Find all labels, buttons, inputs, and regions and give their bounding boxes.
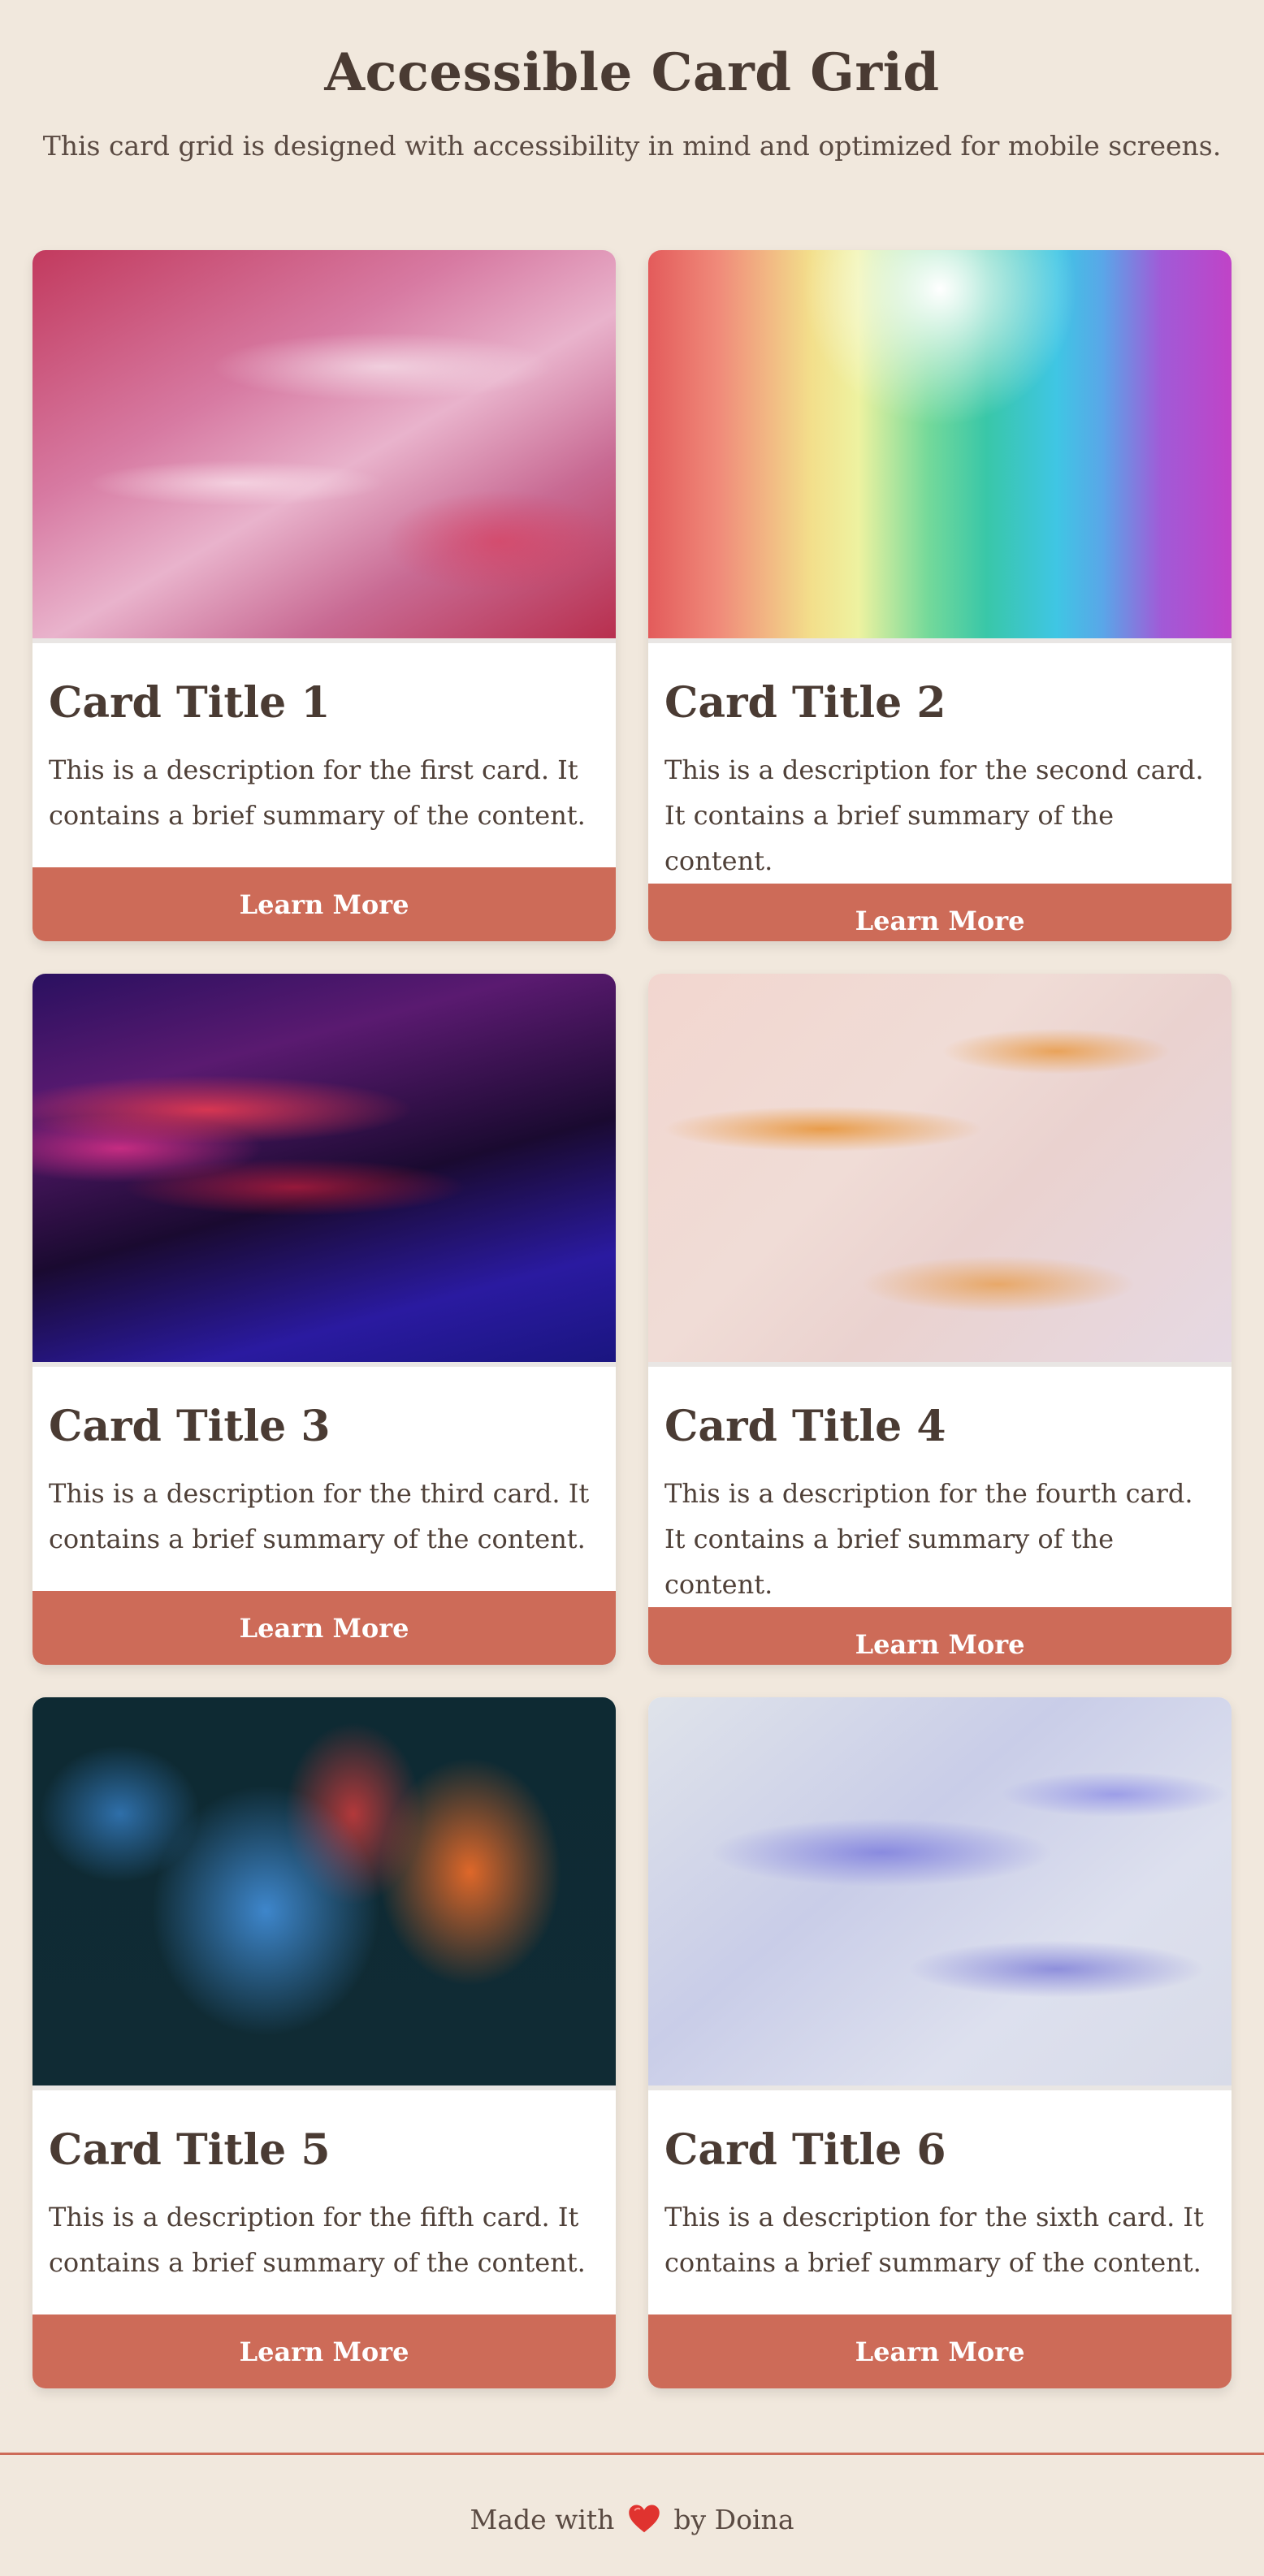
card-image bbox=[32, 250, 616, 643]
card-title: Card Title 2 bbox=[664, 678, 946, 728]
card-title: Card Title 6 bbox=[664, 2125, 946, 2175]
card-body: Card Title 4 This is a description for t… bbox=[648, 1367, 1232, 1607]
learn-more-button[interactable]: Learn More bbox=[648, 1607, 1232, 1665]
learn-more-button[interactable]: Learn More bbox=[32, 867, 616, 941]
card-description: This is a description for the first card… bbox=[49, 754, 586, 831]
card-description: This is a description for the second car… bbox=[664, 754, 1204, 876]
card: Card Title 5 This is a description for t… bbox=[32, 1697, 616, 2388]
footer-suffix: by Doina bbox=[673, 2504, 794, 2535]
learn-more-button[interactable]: Learn More bbox=[648, 884, 1232, 941]
card-description: This is a description for the fifth card… bbox=[49, 2202, 586, 2278]
card-title: Card Title 4 bbox=[664, 1402, 946, 1451]
learn-more-button[interactable]: Learn More bbox=[648, 2315, 1232, 2388]
page-subtitle: This card grid is designed with accessib… bbox=[42, 130, 1222, 162]
card-description: This is a description for the fourth car… bbox=[664, 1478, 1193, 1600]
card-image bbox=[32, 1697, 616, 2090]
footer-prefix: Made with bbox=[470, 2504, 615, 2535]
page-header: Accessible Card Grid This card grid is d… bbox=[0, 0, 1264, 166]
page-footer: Made with by Doina bbox=[0, 2453, 1264, 2576]
card-body: Card Title 1 This is a description for t… bbox=[32, 643, 616, 867]
learn-more-button[interactable]: Learn More bbox=[32, 2315, 616, 2388]
card-image bbox=[32, 974, 616, 1367]
card: Card Title 1 This is a description for t… bbox=[32, 250, 616, 941]
page-title: Accessible Card Grid bbox=[324, 42, 940, 103]
card-title: Card Title 1 bbox=[49, 678, 331, 728]
card-body: Card Title 6 This is a description for t… bbox=[648, 2090, 1232, 2315]
card: Card Title 4 This is a description for t… bbox=[648, 974, 1232, 1665]
card: Card Title 3 This is a description for t… bbox=[32, 974, 616, 1665]
card-image bbox=[648, 250, 1232, 643]
card-body: Card Title 5 This is a description for t… bbox=[32, 2090, 616, 2315]
card-title: Card Title 5 bbox=[49, 2125, 331, 2175]
card-description: This is a description for the third card… bbox=[49, 1478, 590, 1554]
card-image bbox=[648, 974, 1232, 1367]
card-title: Card Title 3 bbox=[49, 1402, 331, 1451]
card: Card Title 6 This is a description for t… bbox=[648, 1697, 1232, 2388]
footer-text: Made with by Doina bbox=[0, 2500, 1264, 2539]
card-description: This is a description for the sixth card… bbox=[664, 2202, 1204, 2278]
card: Card Title 2 This is a description for t… bbox=[648, 250, 1232, 941]
card-body: Card Title 2 This is a description for t… bbox=[648, 643, 1232, 884]
heart-icon bbox=[628, 2503, 660, 2535]
card-grid: Card Title 1 This is a description for t… bbox=[32, 250, 1232, 2388]
card-body: Card Title 3 This is a description for t… bbox=[32, 1367, 616, 1591]
learn-more-button[interactable]: Learn More bbox=[32, 1591, 616, 1665]
card-image bbox=[648, 1697, 1232, 2090]
